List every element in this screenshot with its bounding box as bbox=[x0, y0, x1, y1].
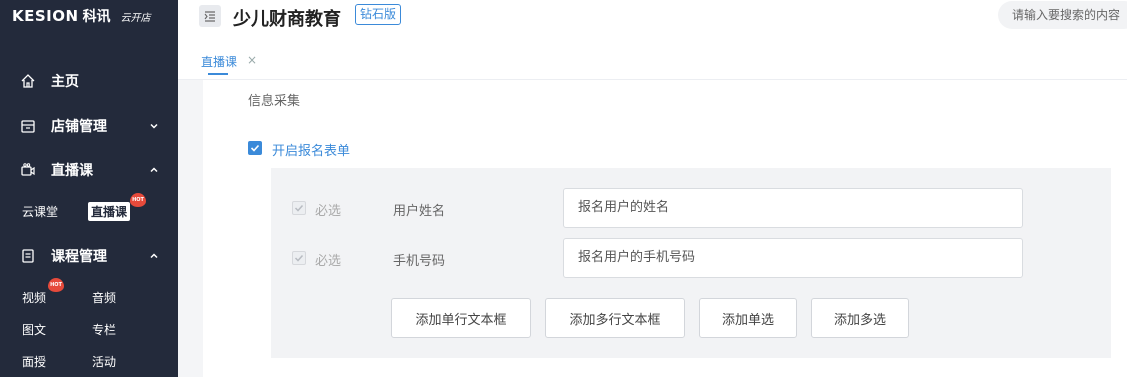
sidebar-subitem-video[interactable]: 视频 bbox=[22, 289, 46, 306]
hot-badge: HOT bbox=[130, 193, 146, 207]
add-single-choice-button[interactable]: 添加单选 bbox=[699, 298, 797, 338]
sidebar-item-label: 主页 bbox=[51, 74, 79, 90]
chevron-up-icon bbox=[148, 164, 160, 176]
add-multi-choice-button[interactable]: 添加多选 bbox=[811, 298, 909, 338]
sidebar-subitem-activity[interactable]: 活动 bbox=[92, 353, 116, 370]
sidebar-subitem-column[interactable]: 专栏 bbox=[92, 321, 116, 338]
top-header: 少儿财商教育 钻石版 请输入要搜索的内容 bbox=[178, 0, 1127, 46]
logo-text: KESION bbox=[12, 7, 79, 25]
field-label: 手机号码 bbox=[393, 254, 446, 269]
name-field[interactable]: 报名用户的姓名 bbox=[563, 188, 1023, 228]
field-label: 用户姓名 bbox=[393, 204, 446, 219]
edition-badge[interactable]: 钻石版 bbox=[355, 4, 402, 25]
required-checkbox bbox=[292, 251, 306, 265]
sidebar-subitem-audio[interactable]: 音频 bbox=[92, 289, 116, 306]
required-label: 必选 bbox=[315, 254, 342, 269]
phone-field[interactable]: 报名用户的手机号码 bbox=[563, 238, 1023, 278]
sidebar-subitem-cloud-class[interactable]: 云课堂 bbox=[22, 203, 58, 220]
required-checkbox bbox=[292, 201, 306, 215]
brand-logo[interactable]: KESION 科讯 云开店 bbox=[12, 6, 151, 26]
sidebar-subitem-article[interactable]: 图文 bbox=[22, 321, 46, 338]
required-label: 必选 bbox=[315, 204, 342, 219]
check-icon bbox=[294, 254, 304, 262]
check-icon bbox=[250, 144, 260, 152]
hot-badge: HOT bbox=[48, 278, 64, 292]
tab-close-icon[interactable]: × bbox=[247, 53, 257, 67]
sidebar-item-store[interactable]: 店铺管理 bbox=[0, 111, 178, 141]
sidebar-subitem-live-course[interactable]: 直播课 bbox=[88, 202, 131, 221]
sidebar-subitem-offline[interactable]: 面授 bbox=[22, 353, 46, 370]
add-single-line-button[interactable]: 添加单行文本框 bbox=[391, 298, 531, 338]
store-icon bbox=[20, 118, 36, 134]
sidebar-item-label: 直播课 bbox=[51, 163, 93, 179]
logo-cn-text: 科讯 bbox=[82, 9, 111, 25]
section-title: 信息采集 bbox=[248, 94, 301, 109]
sidebar: KESION 科讯 云开店 主页 店铺管理 直播课 云课堂 直播课 HOT 课程… bbox=[0, 0, 178, 377]
course-icon bbox=[20, 248, 36, 264]
menu-toggle-button[interactable] bbox=[199, 5, 221, 27]
shop-title: 少儿财商教育 bbox=[233, 9, 341, 30]
live-icon bbox=[20, 162, 36, 178]
check-icon bbox=[294, 204, 304, 212]
chevron-down-icon bbox=[148, 120, 160, 132]
chevron-up-icon bbox=[148, 250, 160, 262]
sidebar-item-live[interactable]: 直播课 bbox=[0, 155, 178, 185]
home-icon bbox=[20, 73, 36, 89]
tab-bar: 直播课 × bbox=[178, 46, 1127, 80]
search-input[interactable]: 请输入要搜索的内容 bbox=[998, 1, 1127, 29]
enable-form-checkbox[interactable] bbox=[248, 141, 262, 155]
sidebar-item-home[interactable]: 主页 bbox=[0, 66, 178, 96]
tab-active-indicator bbox=[208, 73, 228, 75]
main-card: 信息采集 开启报名表单 必选 用户姓名 报名用户的姓名 必选 手机号码 报名用户… bbox=[203, 80, 1127, 377]
sidebar-item-course[interactable]: 课程管理 bbox=[0, 241, 178, 271]
add-multi-line-button[interactable]: 添加多行文本框 bbox=[545, 298, 685, 338]
enable-form-label[interactable]: 开启报名表单 bbox=[272, 140, 350, 159]
indent-icon bbox=[204, 11, 215, 22]
sidebar-item-label: 课程管理 bbox=[51, 249, 107, 265]
logo-sub-text: 云开店 bbox=[120, 12, 151, 24]
tab-live-course[interactable]: 直播课 bbox=[201, 53, 237, 70]
sidebar-item-label: 店铺管理 bbox=[51, 119, 107, 135]
form-fields-panel: 必选 用户姓名 报名用户的姓名 必选 手机号码 报名用户的手机号码 添加单行文本… bbox=[271, 168, 1111, 358]
